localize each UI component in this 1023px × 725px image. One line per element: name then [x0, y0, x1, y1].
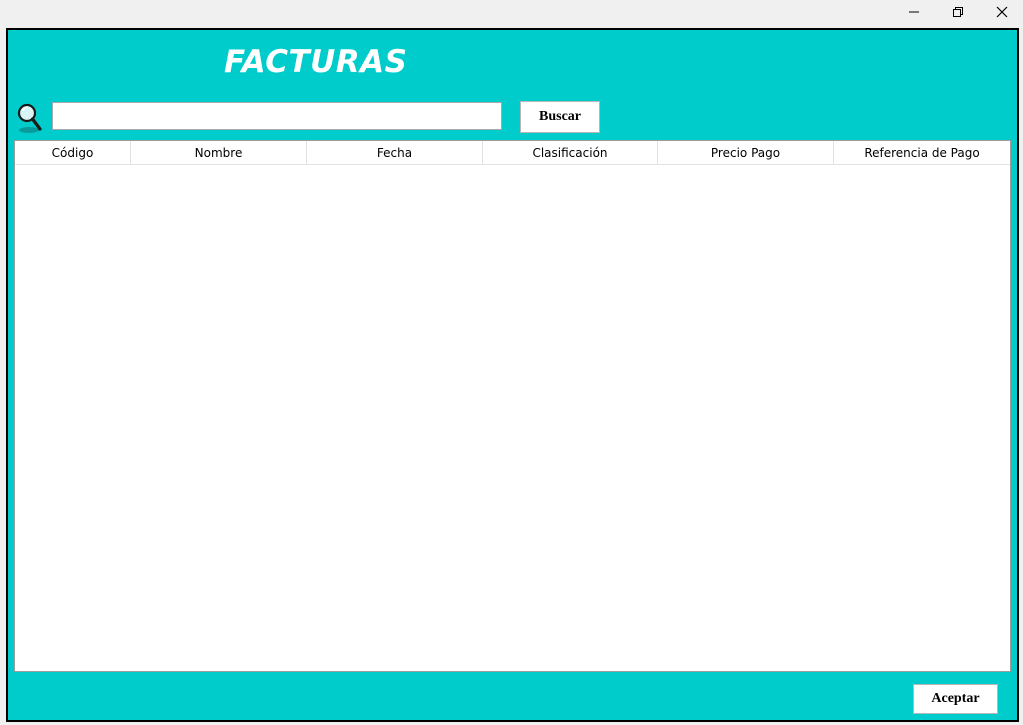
minimize-icon	[909, 11, 919, 13]
accept-button[interactable]: Aceptar	[913, 684, 998, 714]
window-titlebar	[0, 0, 1023, 28]
column-header-fecha[interactable]: Fecha	[307, 141, 483, 165]
table-header: Código Nombre Fecha Clasificación Precio…	[15, 141, 1010, 165]
minimize-button[interactable]	[891, 0, 937, 24]
column-header-clasificacion[interactable]: Clasificación	[483, 141, 658, 165]
close-button[interactable]	[979, 0, 1023, 24]
close-icon	[996, 6, 1008, 18]
magnifier-icon	[16, 102, 44, 134]
column-header-codigo[interactable]: Código	[15, 141, 131, 165]
restore-icon	[953, 7, 963, 17]
column-header-referencia-de-pago[interactable]: Referencia de Pago	[834, 141, 1010, 165]
column-header-precio-pago[interactable]: Precio Pago	[658, 141, 834, 165]
table-body[interactable]	[15, 165, 1010, 671]
main-panel: FACTURAS Buscar Código Nombre Fecha Clas…	[6, 28, 1019, 722]
restore-button[interactable]	[935, 0, 981, 24]
page-title: FACTURAS	[224, 44, 408, 80]
invoices-table[interactable]: Código Nombre Fecha Clasificación Precio…	[14, 140, 1011, 672]
search-input[interactable]	[52, 102, 502, 130]
search-button[interactable]: Buscar	[520, 101, 600, 133]
column-header-nombre[interactable]: Nombre	[131, 141, 307, 165]
